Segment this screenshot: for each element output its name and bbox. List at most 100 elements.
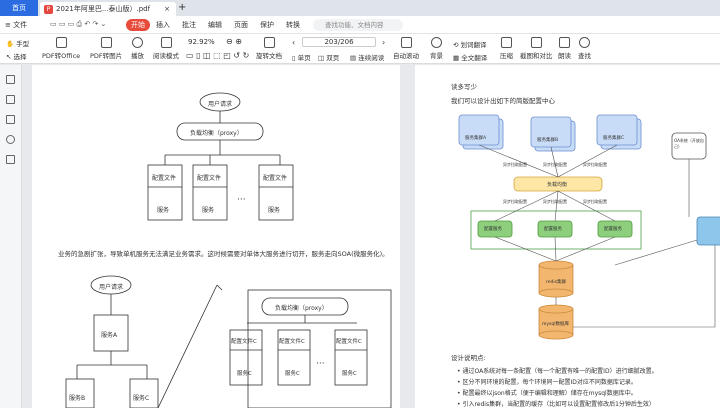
zoom-buttons[interactable]: ⊖ ⊕ <box>226 37 242 46</box>
node-cluster-c: 服务集群C <box>603 136 625 141</box>
menu-page[interactable]: 页面 <box>234 20 248 30</box>
architecture-diagram-left <box>65 92 392 408</box>
bookmark-icon[interactable] <box>6 75 15 84</box>
node-config-3: 配置文件 <box>263 175 288 182</box>
node-service-c-1: 服务C <box>237 371 252 377</box>
magnifier-icon <box>579 37 590 48</box>
select-tool[interactable]: ↖ 选择 <box>6 51 27 61</box>
background-button[interactable]: 背景 <box>430 37 443 60</box>
node-service-c: 服务C <box>133 395 150 402</box>
prev-page-icon[interactable]: ‹ <box>292 38 295 47</box>
menu-file[interactable]: ≡ 文件 <box>5 20 27 30</box>
node-config-2: 配置文件 <box>197 175 222 182</box>
page-number-input[interactable]: 203/206 <box>302 37 376 47</box>
node-service-c-3: 服务C <box>342 371 357 377</box>
menu-start[interactable]: 开始 <box>126 19 150 31</box>
rotate-doc-button[interactable]: 旋转文档 <box>256 37 282 60</box>
pdf-to-office-button[interactable]: PDF转Office <box>42 37 80 60</box>
node-config-c-1: 配置文件C <box>231 339 257 345</box>
edge-async-6: 异步拉取配置 <box>583 199 607 204</box>
attachment-icon[interactable] <box>6 135 15 144</box>
edge-async-1: 异步拉取配置 <box>503 162 527 167</box>
ellipsis-1: ··· <box>237 195 246 205</box>
read-aloud-button[interactable]: 朗读 <box>558 37 571 60</box>
list-item: • 区分不同环境的配置，每个环境同一配置ID对应不同数据库记录。 <box>457 379 637 386</box>
thumbnail-icon[interactable] <box>6 95 15 104</box>
rotate-icon <box>263 37 275 48</box>
menu-bar: ≡ 文件 ▭ ▭ ▭ ⎙ ↶ ↷ ⌄ 开始 插入 批注 编辑 页面 保护 转换 … <box>0 16 720 44</box>
ellipsis-2: ··· <box>316 359 325 369</box>
screenshot-compare-button[interactable]: 截图和对比 <box>520 37 553 60</box>
continuous-read-button[interactable]: ▤ 连续阅读 <box>350 52 384 62</box>
pdf-to-image-button[interactable]: PDF转图片 <box>90 37 122 60</box>
screenshot-icon <box>530 37 542 48</box>
tab-document-title: 2021年阿里巴...泰山版）.pdf <box>56 5 151 13</box>
node-service-c-2: 服务C <box>285 371 300 377</box>
auto-scroll-button[interactable]: 自动滚动 <box>393 37 419 60</box>
pdf-convert-icon <box>55 37 67 48</box>
single-page-button[interactable]: ▯ 单页 <box>292 52 311 62</box>
image-icon <box>100 37 112 48</box>
node-load-balancer: 负载均衡（proxy） <box>190 130 243 137</box>
edge-async-2: 异步拉取配置 <box>543 162 567 167</box>
scroll-icon <box>400 37 412 48</box>
next-page-icon[interactable]: › <box>382 38 385 47</box>
pdf-icon: P <box>44 4 53 14</box>
node-service-1: 服务 <box>157 207 170 214</box>
toolbar: ✋ 手型 ↖ 选择 PDF转Office PDF转图片 播放 阅读模式 92.9… <box>0 34 720 64</box>
document-page-left: 用户请求 负载均衡（proxy） 配置文件 服务 配置文件 服务 ··· 配置文… <box>32 65 400 408</box>
node-config-c-2: 配置文件C <box>279 339 305 345</box>
node-service-a: 服务A <box>101 332 118 339</box>
node-redis: redis集群 <box>546 280 566 285</box>
node-load-balancer-2: 负载均衡（proxy） <box>275 305 328 312</box>
book-icon <box>160 37 172 48</box>
zoom-level[interactable]: 92.92% <box>188 38 215 46</box>
eye-icon <box>431 37 442 48</box>
view-icons[interactable]: ▭ ▯ ◫ ⬚ ◰ ↺ ↻ <box>186 51 249 60</box>
hand-tool[interactable]: ✋ 手型 <box>6 38 29 48</box>
tab-home[interactable]: 首页 <box>0 0 38 16</box>
double-page-button[interactable]: ◫ 双页 <box>318 52 339 62</box>
node-service-3: 服务 <box>268 207 281 214</box>
tab-document[interactable]: P 2021年阿里巴...泰山版）.pdf × <box>40 2 176 16</box>
new-tab-button[interactable]: + <box>178 2 186 13</box>
compress-button[interactable]: 压缩 <box>500 37 513 60</box>
node-oa-system: OA系统（开放自己） <box>674 138 704 149</box>
node-config-service-1: 配置服务 <box>484 227 502 232</box>
menu-edit[interactable]: 编辑 <box>208 20 222 30</box>
quick-access-icons[interactable]: ▭ ▭ ▭ ⎙ ↶ ↷ ⌄ <box>50 20 106 29</box>
search-input[interactable]: 查找功能、文档内容 <box>313 19 403 31</box>
full-translate-button[interactable]: ▦ 全文翻译 <box>453 52 487 62</box>
play-icon <box>132 37 143 48</box>
tab-bar: 首页 P 2021年阿里巴...泰山版）.pdf × + <box>0 0 720 16</box>
node-config-service-3: 配置服务 <box>604 227 622 232</box>
read-mode-button[interactable]: 阅读模式 <box>153 37 179 60</box>
list-item: • 通过OA系统对每一条配置（每一个配置有唯一的配置ID）进行细腻改置。 <box>457 368 658 375</box>
node-service-b: 服务B <box>69 395 86 402</box>
comment-icon[interactable] <box>6 115 15 124</box>
edge-async-3: 异步拉取配置 <box>583 162 607 167</box>
list-item: • 引入redis集群，当配置的缓存（比如可以设置配置修改后1分钟后生效） <box>457 401 655 408</box>
node-user-request: 用户请求 <box>208 101 233 108</box>
menu-protect[interactable]: 保护 <box>260 20 274 30</box>
node-config-c-3: 配置文件C <box>336 339 362 345</box>
menu-annotate[interactable]: 批注 <box>182 20 196 30</box>
signature-icon[interactable] <box>6 155 15 164</box>
node-user-request-2: 用户请求 <box>99 284 124 291</box>
paragraph-soa: 业务的急剧扩张，导致单机服务无法满足业务需求。这时候需要对单体大服务进行切开，服… <box>58 250 389 258</box>
menu-insert[interactable]: 插入 <box>156 20 170 30</box>
edge-async-5: 异步拉取配置 <box>543 199 567 204</box>
menu-convert[interactable]: 转换 <box>286 20 300 30</box>
find-button[interactable]: 查找 <box>578 37 591 60</box>
left-sidebar <box>0 65 22 408</box>
config-center-diagram <box>458 114 720 340</box>
design-notes-title: 设计说明点: <box>451 354 486 362</box>
node-mysql: mysql数据库 <box>542 322 569 327</box>
word-translate-button[interactable]: ⟲ 划词翻译 <box>453 39 487 49</box>
close-tab-icon[interactable]: × <box>164 5 170 13</box>
node-load-balancer: 负载均衡 <box>547 182 568 188</box>
play-button[interactable]: 播放 <box>131 37 144 60</box>
node-config-service-2: 配置服务 <box>544 227 562 232</box>
list-item: • 配置最终以json格式（便于编辑和理解）储存在mysql数据库中。 <box>457 390 637 397</box>
node-cluster-a: 服务集群A <box>465 136 487 141</box>
